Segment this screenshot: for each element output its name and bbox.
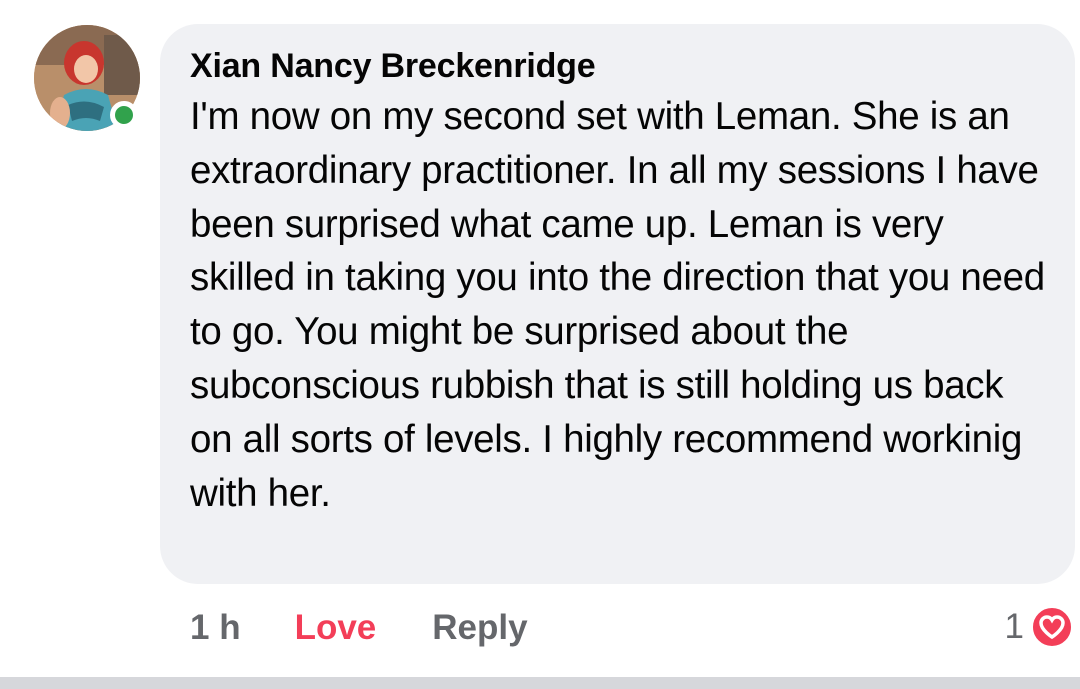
love-reaction-button[interactable]: Love [295,608,377,648]
online-status-dot [110,101,138,129]
reply-button[interactable]: Reply [432,608,527,648]
comment-author[interactable]: Xian Nancy Breckenridge [190,46,1045,86]
comment-timestamp[interactable]: 1 h [190,608,241,648]
heart-icon [1030,605,1074,649]
reaction-count: 1 [1004,607,1024,646]
comment-actions: 1 h Love Reply [190,603,528,653]
bottom-divider [0,677,1080,689]
comment-bubble: Xian Nancy Breckenridge I'm now on my se… [160,24,1075,584]
reaction-summary[interactable]: 1 [1005,602,1074,652]
comment-container: Xian Nancy Breckenridge I'm now on my se… [0,0,1080,689]
comment-text: I'm now on my second set with Leman. She… [190,95,1045,515]
